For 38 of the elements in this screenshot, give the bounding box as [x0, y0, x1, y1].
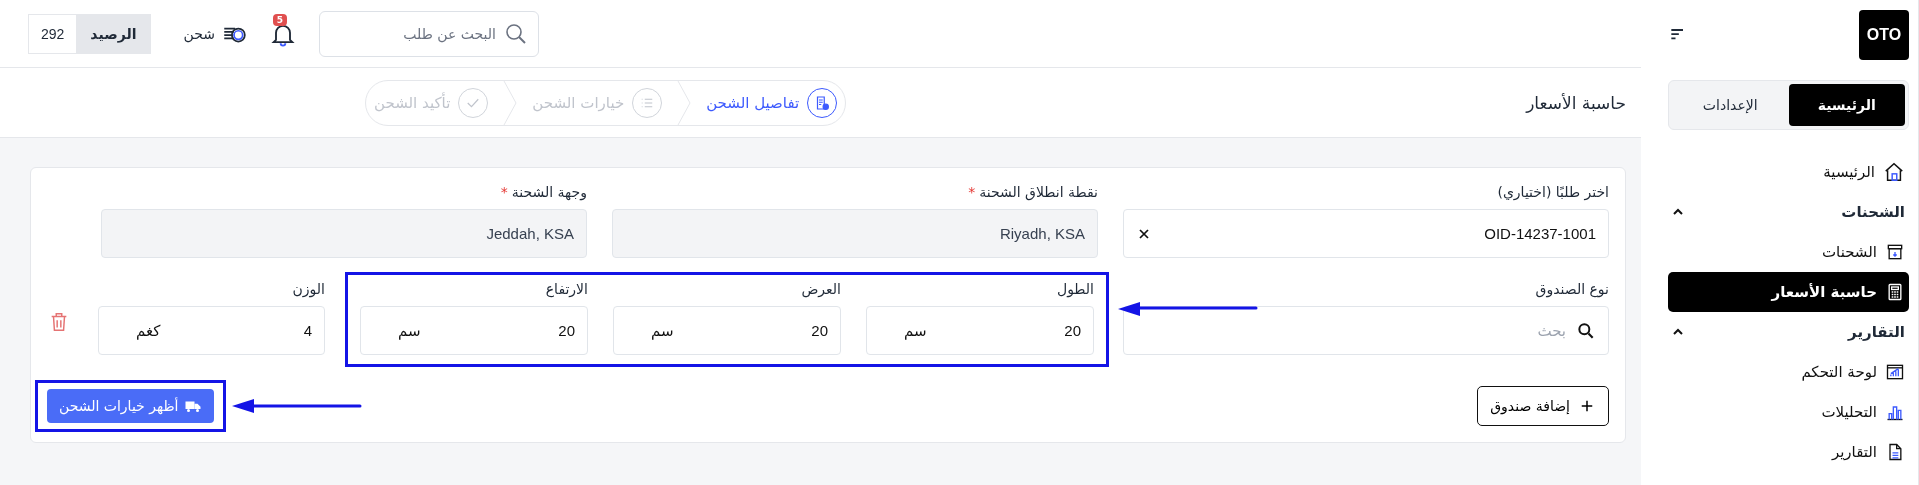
show-options-button[interactable]: أظهر خيارات الشحن: [47, 389, 215, 423]
nav-item[interactable]: لوحة التحكم: [1668, 352, 1909, 392]
search-icon: [503, 21, 528, 46]
nav-item[interactable]: الشحنات: [1668, 232, 1909, 272]
nav-item[interactable]: التحليلات: [1668, 392, 1909, 432]
logo[interactable]: OTO: [1859, 10, 1909, 60]
unit-label: سم: [397, 321, 421, 340]
page-title: حاسبة الأسعار: [1526, 92, 1626, 113]
unit-label: سم: [650, 321, 674, 340]
search-icon: [1576, 320, 1596, 341]
unit-label: كغم: [135, 321, 161, 340]
nav-item[interactable]: التقارير: [1668, 432, 1909, 472]
recharge-link[interactable]: شحن: [183, 25, 215, 42]
search-field[interactable]: البحث عن طلب: [318, 10, 539, 57]
field-label: الوزن: [291, 281, 325, 297]
nav-section-label: التقارير: [1848, 323, 1905, 341]
field-label: نوع الصندوق: [1534, 281, 1609, 297]
nav-item[interactable]: الرئيسية: [1668, 152, 1909, 192]
input-field[interactable]: OID-14237-1001: [1123, 209, 1609, 258]
archive-box-icon: [1885, 242, 1905, 262]
step[interactable]: تفاصيل الشحن: [702, 87, 842, 118]
notification-badge: 5: [272, 13, 287, 26]
nav-section-label: الشحنات: [1841, 203, 1905, 221]
field-label: العرض: [800, 281, 841, 297]
nav-item[interactable]: حاسبة الأسعار: [1668, 272, 1909, 312]
field-label: الطول: [1055, 281, 1094, 297]
tab[interactable]: الرئيسية: [1788, 84, 1905, 126]
field-label: اختر طلبًا (اختياري): [1496, 184, 1609, 200]
tab[interactable]: الإعدادات: [1672, 84, 1789, 126]
home-icon: [1883, 161, 1905, 183]
unit-label: سم: [903, 321, 927, 340]
dashboard-chart-icon: [1885, 362, 1905, 382]
field-label: الارتفاع: [544, 281, 588, 297]
balance-value: 292: [40, 24, 66, 44]
balance-label: الرصيد: [76, 14, 151, 53]
add-box-button[interactable]: إضافة صندوق: [1477, 386, 1609, 426]
field-label: نقطة انطلاق الشحنة *: [967, 184, 1098, 200]
field-label: وجهة الشحنة *: [499, 184, 587, 200]
